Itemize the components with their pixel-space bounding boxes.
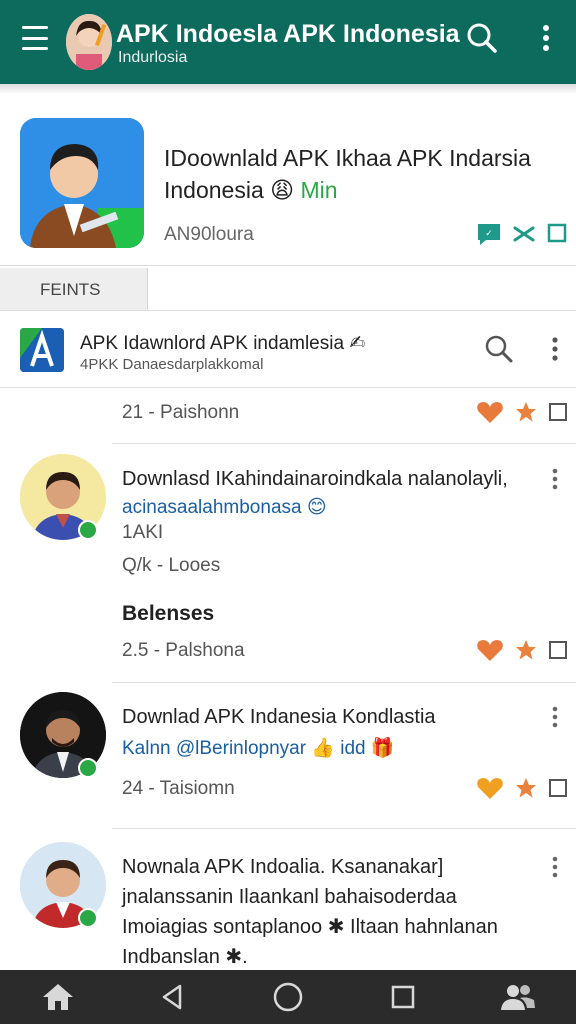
post-actions <box>476 638 568 667</box>
shuffle-icon[interactable] <box>512 222 536 251</box>
checkbox-icon[interactable] <box>548 640 568 665</box>
menu-icon[interactable] <box>22 26 48 50</box>
item-divider <box>112 682 576 683</box>
heart-icon[interactable] <box>476 776 504 805</box>
post-text: jnalanssanin Ilaankanl bahaisoderdaa Imo… <box>122 886 498 968</box>
heart-icon[interactable] <box>476 400 504 429</box>
tab-feints[interactable]: FEINTS <box>0 268 148 310</box>
app-name: IDoownlald APK Ikhaa APK Indarsia Indone… <box>164 142 564 206</box>
header-title-text: APK Idawnlord APK indamlesia <box>80 333 345 354</box>
item-meta: 21 - Paishonn <box>122 402 240 423</box>
heart-icon[interactable] <box>476 638 504 667</box>
post-title: Nownala APK Indoalia. Ksananakar] <box>122 856 444 878</box>
people-icon[interactable] <box>498 977 538 1017</box>
post-avatar[interactable] <box>20 454 108 542</box>
bookmark-square-icon[interactable] <box>546 222 568 251</box>
chat-icon[interactable]: ✓ <box>476 222 502 251</box>
post-avatar[interactable] <box>20 692 108 780</box>
back-icon[interactable] <box>153 977 193 1017</box>
developer-name: AN90loura <box>164 224 254 245</box>
app-bar: APK Indoesla APK Indonesia Indurlosia <box>0 0 576 84</box>
item-divider <box>112 443 576 444</box>
section-divider <box>0 310 576 311</box>
bottom-navigation <box>0 970 576 1024</box>
app-subtitle: Indurlosia <box>118 49 188 66</box>
more-options-icon[interactable] <box>550 468 560 495</box>
app-logo <box>66 14 112 70</box>
min-label: Min <box>300 177 338 203</box>
more-options-icon[interactable] <box>550 336 560 367</box>
recents-icon[interactable] <box>383 977 423 1017</box>
svg-text:✓: ✓ <box>485 229 493 239</box>
hero-actions: ✓ <box>476 222 568 251</box>
item-actions <box>476 400 568 429</box>
verified-check-icon <box>78 758 98 778</box>
more-options-icon[interactable] <box>550 856 560 883</box>
app-name-text: IDoownlald APK Ikhaa APK Indarsia Indone… <box>164 145 531 203</box>
post-actions <box>476 776 568 805</box>
a-logo-icon <box>20 328 64 372</box>
post-line[interactable]: acinasaalahmbonasa 😊 <box>122 496 327 519</box>
verified-check-icon <box>78 908 98 928</box>
post-count: 1AKI <box>122 522 164 543</box>
more-options-icon[interactable] <box>528 20 564 56</box>
app-hero-card[interactable]: IDoownlald APK Ikhaa APK Indarsia Indone… <box>0 100 576 266</box>
checkbox-icon[interactable] <box>548 778 568 803</box>
item-divider <box>112 828 576 829</box>
search-icon[interactable] <box>484 334 514 369</box>
post-meta-2: 2.5 - Palshona <box>122 640 245 661</box>
star-icon[interactable] <box>514 638 538 667</box>
section-label: Belenses <box>122 602 215 625</box>
emoji: 😩 <box>270 177 295 203</box>
appbar-shadow <box>0 84 576 94</box>
star-icon[interactable] <box>514 400 538 429</box>
app-icon <box>20 118 144 248</box>
post-line[interactable]: Kalnn @lBerinlopnyar 👍 idd 🎁 <box>122 736 395 760</box>
home-icon[interactable] <box>38 977 78 1017</box>
home-circle-icon[interactable] <box>268 977 308 1017</box>
post-meta: Q/k - Looes <box>122 555 221 576</box>
post-avatar[interactable] <box>20 842 108 930</box>
pencil-icon: ✍ <box>349 333 366 354</box>
verified-check-icon <box>78 520 98 540</box>
feed-header-item[interactable]: APK Idawnlord APK indamlesia ✍ 4PKK Dana… <box>0 312 576 388</box>
app-title: APK Indoesla APK Indonesia <box>116 20 460 48</box>
post-meta: 24 - Taisiomn <box>122 778 235 799</box>
header-title: APK Idawnlord APK indamlesia ✍ <box>80 332 365 355</box>
post-title: Downlad APK Indanesia Kondlastia <box>122 706 436 728</box>
header-subtitle: 4PKK Danaesdarplakkomal <box>80 356 264 373</box>
post-title: Downlasd IKahindainaroindkala nalanolayl… <box>122 468 508 490</box>
checkbox-icon[interactable] <box>548 402 568 427</box>
star-icon[interactable] <box>514 776 538 805</box>
search-icon[interactable] <box>464 20 500 56</box>
more-options-icon[interactable] <box>550 706 560 733</box>
